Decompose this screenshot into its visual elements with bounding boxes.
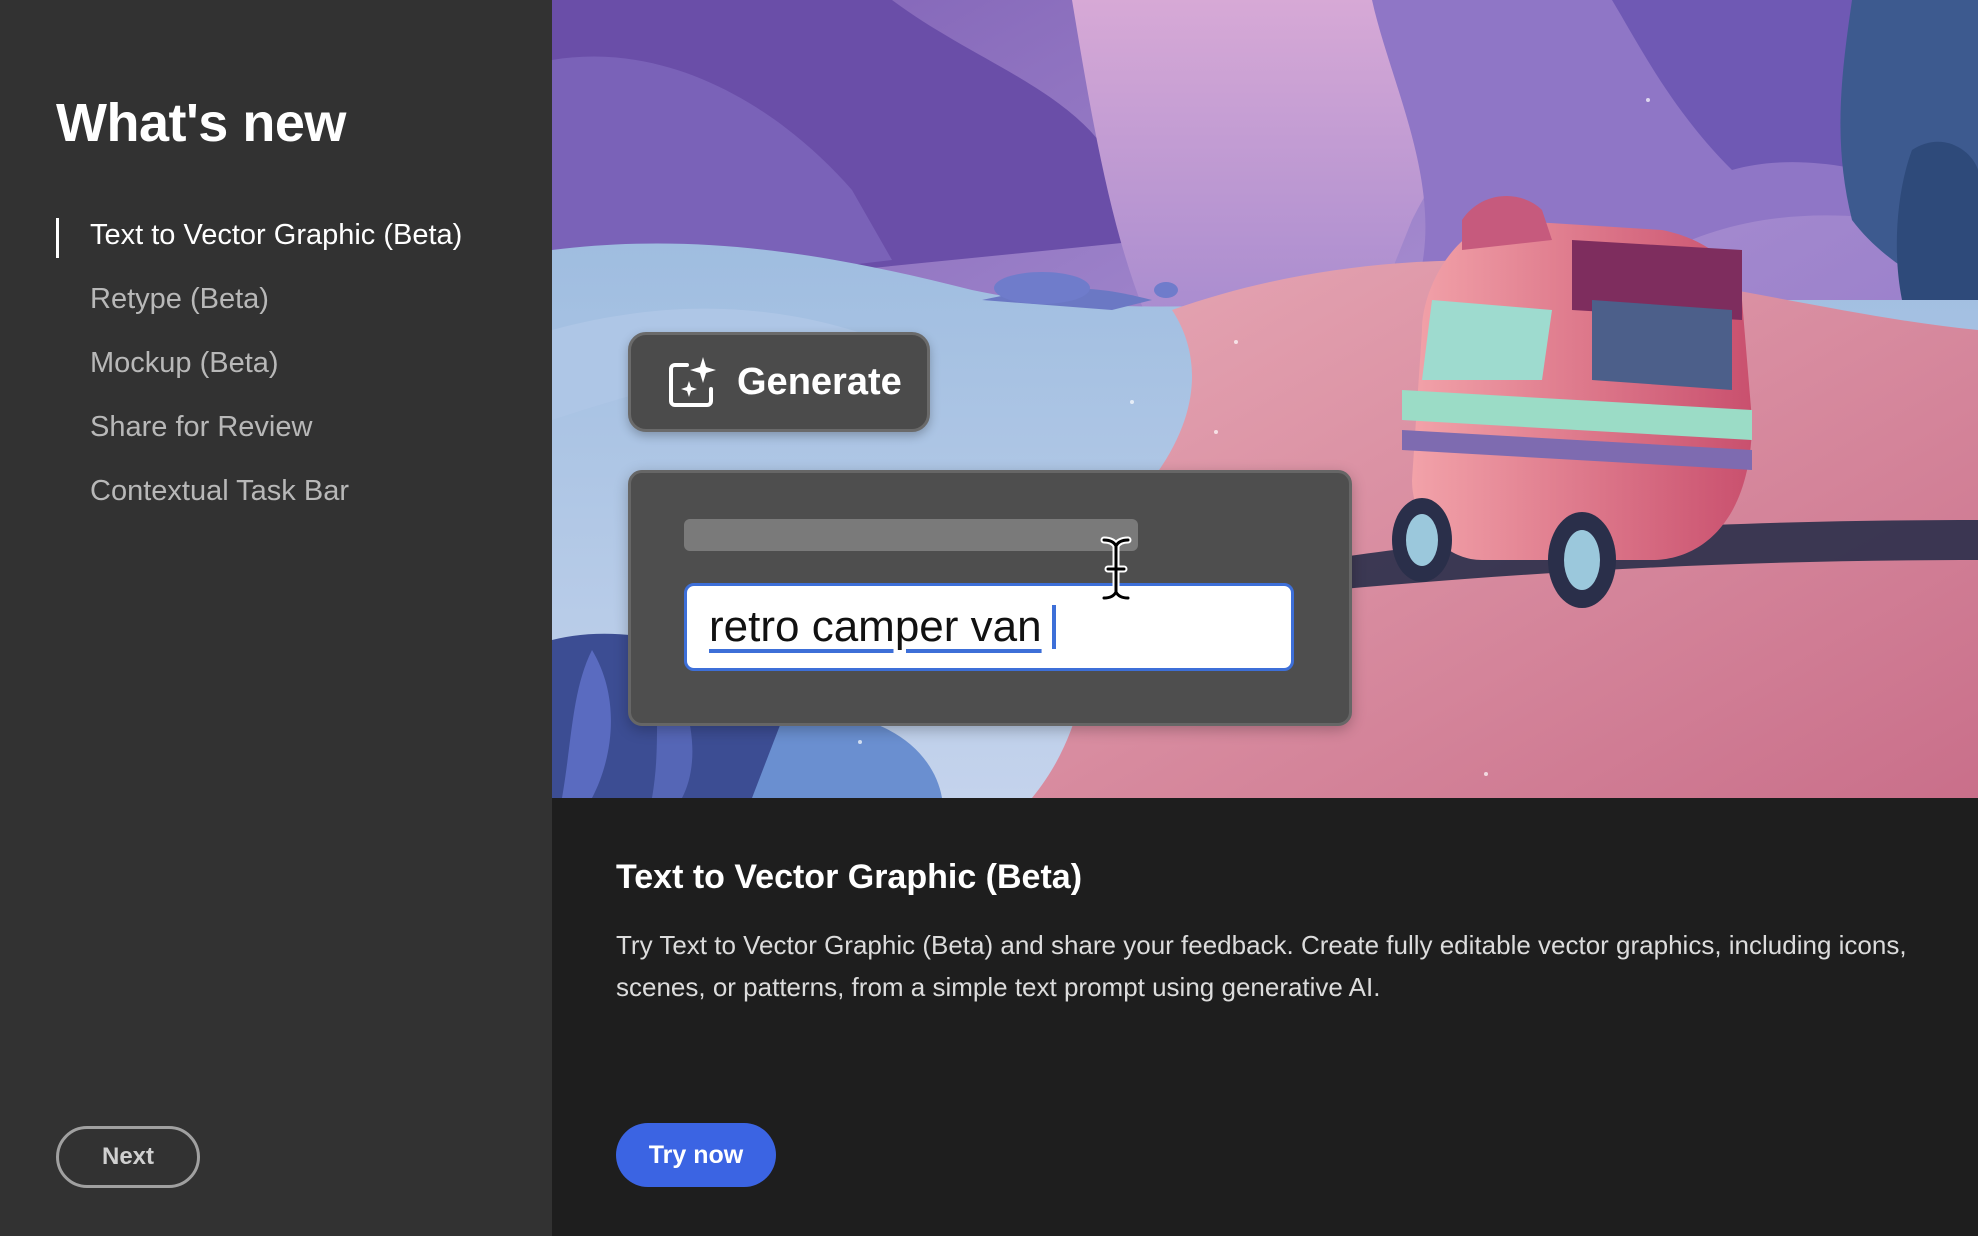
sidebar-item-retype[interactable]: Retype (Beta) — [56, 274, 536, 338]
sidebar-item-label: Contextual Task Bar — [90, 475, 349, 507]
next-button[interactable]: Next — [56, 1126, 200, 1188]
feature-title: Text to Vector Graphic (Beta) — [616, 858, 1083, 896]
active-indicator — [56, 218, 59, 258]
prompt-input[interactable]: retro camper van — [684, 583, 1294, 671]
sidebar-item-share-for-review[interactable]: Share for Review — [56, 402, 536, 466]
feature-detail: Text to Vector Graphic (Beta) Try Text t… — [552, 798, 1978, 1236]
prompt-panel: retro camper van — [628, 470, 1352, 726]
sidebar-item-label: Text to Vector Graphic (Beta) — [90, 219, 463, 251]
sidebar-title: What's new — [56, 93, 346, 153]
feature-description: Try Text to Vector Graphic (Beta) and sh… — [616, 930, 1907, 1002]
text-cursor-icon — [1100, 536, 1132, 602]
text-caret — [1051, 605, 1056, 649]
generate-label: Generate — [737, 360, 902, 403]
hero-illustration: Generate retro camper van — [552, 0, 1978, 798]
sidebar-item-label: Mockup (Beta) — [90, 347, 279, 379]
sparkle-frame-icon — [669, 357, 716, 407]
prompt-label-placeholder — [684, 519, 1138, 551]
generate-button[interactable]: Generate — [628, 332, 930, 432]
feature-nav: Text to Vector Graphic (Beta) Retype (Be… — [56, 210, 536, 530]
sidebar-item-text-to-vector[interactable]: Text to Vector Graphic (Beta) — [56, 210, 536, 274]
sidebar-item-contextual-task-bar[interactable]: Contextual Task Bar — [56, 466, 536, 530]
sidebar-item-label: Share for Review — [90, 411, 313, 443]
try-now-button[interactable]: Try now — [616, 1123, 776, 1187]
prompt-text: retro camper van — [709, 602, 1042, 651]
sidebar: What's new Text to Vector Graphic (Beta)… — [0, 0, 552, 1236]
sidebar-item-label: Retype (Beta) — [90, 283, 269, 315]
sidebar-item-mockup[interactable]: Mockup (Beta) — [56, 338, 536, 402]
